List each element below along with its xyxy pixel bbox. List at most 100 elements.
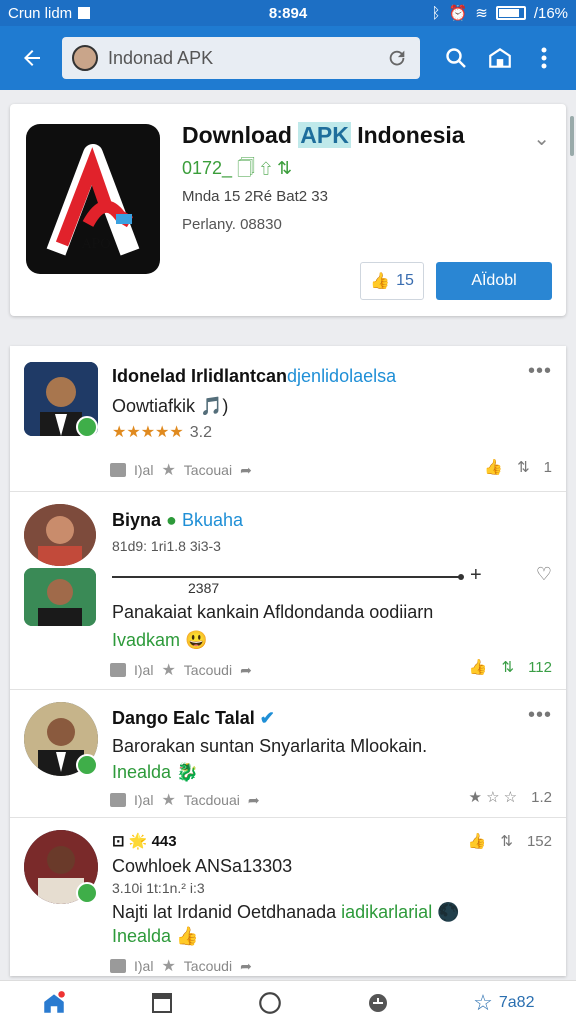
count-text: 1 — [543, 458, 552, 476]
post-actions: I)al ★ Tacdouai ➦ — [110, 790, 260, 810]
store-icon — [489, 48, 511, 68]
post-text: Najti lat Irdanid Oetdhanada iadikarlari… — [112, 902, 460, 922]
post-right-actions: 👍 ⇅ 1 — [484, 458, 552, 477]
heart-icon[interactable]: ♡ — [536, 564, 552, 585]
more-icon[interactable]: ••• — [528, 360, 552, 383]
count-text: 152 — [526, 832, 552, 850]
star-outline-icon: ☆ — [473, 989, 493, 1015]
status-bar: Crun lidm 8:894 ᛒ ⏰ ≋ /16% — [0, 0, 576, 26]
scroll-indicator — [570, 116, 574, 156]
thumb-icon[interactable]: 👍 — [469, 658, 488, 676]
post-subtitle: Cowhloek ANSa13303 — [112, 856, 293, 876]
thumb-icon[interactable]: 👍 — [484, 458, 503, 476]
list-item[interactable]: Idonelad Irlidlantcandjenlidolaelsa ••• … — [10, 346, 566, 492]
rating-stars: ★★★★★ 3.2 — [112, 424, 212, 441]
app-icon-text: APO — [81, 237, 111, 252]
list-item[interactable]: ⊡ 🌟 443 Cowhloek ANSa13303 3.10i 1t:1n.²… — [10, 818, 566, 976]
list-item[interactable]: Biyna ● Bkuaha 81d9: 1ri1.8 3i3-3 + 2387… — [10, 492, 566, 690]
post-right-actions: 👍 ⇅ 112 — [469, 658, 552, 677]
nav-apps[interactable] — [366, 991, 390, 1015]
nav-favorites[interactable]: ☆ 7a82 — [473, 990, 534, 1016]
clock: 8:894 — [268, 4, 308, 22]
verified-badge-icon — [76, 416, 98, 438]
verified-badge-icon — [76, 882, 98, 904]
more-icon[interactable]: ••• — [528, 704, 552, 727]
post-right-actions: 👍 ⇅ 152 — [468, 832, 552, 851]
thumb-icon: 👍 — [370, 273, 391, 290]
carrier-text: Crun lidm — [8, 4, 73, 22]
like-button[interactable]: 👍 15 — [360, 262, 424, 300]
bottom-nav: ☆ 7a82 — [0, 980, 576, 1024]
top-toolbar: Indonad APK — [0, 26, 576, 90]
post-actions: I)al ★ Tacoudi ➦ — [110, 660, 252, 680]
post-text: Panakaiat kankain Afldondanda oodiiarn — [112, 602, 434, 622]
nav-tabs[interactable] — [150, 991, 174, 1015]
slider-handle[interactable] — [458, 574, 464, 580]
verified-badge-icon — [76, 754, 98, 776]
count-text: 1.2 — [531, 788, 552, 806]
alarm-icon: ⏰ — [448, 5, 468, 22]
wifi-icon: ≋ — [475, 5, 488, 22]
app-meta-date: Perlany. 08830 — [182, 216, 282, 233]
post-author: Biyna ● Bkuaha — [112, 510, 243, 530]
star-icon[interactable]: ★ — [161, 460, 175, 480]
avatar[interactable] — [24, 504, 96, 566]
home-store-button[interactable] — [478, 36, 522, 80]
search-icon — [446, 48, 466, 68]
reply-icon[interactable]: ➦ — [248, 792, 260, 809]
post-tag: Inealda 🐉 — [112, 762, 199, 782]
post-meta: 81d9: 1ri1.8 3i3-3 — [112, 538, 221, 554]
chevron-down-icon[interactable]: ⌄ — [533, 126, 550, 151]
reply-icon[interactable]: ➦ — [240, 958, 252, 975]
reply-icon[interactable]: ➦ — [240, 662, 252, 679]
nav-home[interactable] — [41, 990, 67, 1016]
app-title: Download APK Indonesia — [182, 122, 465, 148]
share-icon[interactable] — [110, 959, 126, 973]
app-meta-size: Mnda 15 2Ré Bat2 33 — [182, 188, 328, 205]
share-icon[interactable] — [110, 463, 126, 477]
feed-list: Idonelad Irlidlantcandjenlidolaelsa ••• … — [10, 346, 566, 976]
apps-icon — [369, 993, 388, 1012]
like-count: 15 — [396, 272, 414, 289]
share-icon[interactable] — [110, 663, 126, 677]
star-icon[interactable]: ★ — [161, 660, 175, 680]
thumb-icon[interactable]: 👍 — [468, 832, 487, 850]
share-icon[interactable] — [110, 793, 126, 807]
post-right-actions: ★ ☆ ☆ 1.2 — [468, 788, 552, 807]
slider-track[interactable] — [112, 576, 462, 578]
battery-icon — [495, 6, 526, 20]
app-card: APO Download APK Indonesia ⌄ 0172_ 🗍 ⇧ ⇅… — [10, 104, 566, 316]
search-input[interactable]: Indonad APK — [108, 48, 384, 69]
search-bar[interactable]: Indonad APK — [62, 37, 420, 79]
plus-icon[interactable]: + — [470, 564, 482, 587]
search-button[interactable] — [434, 36, 478, 80]
post-author: Dango Ealc Talal ✔ — [112, 708, 275, 728]
back-button[interactable] — [10, 36, 54, 80]
repost-icon[interactable]: ⇅ — [517, 458, 530, 476]
count-text: 112 — [528, 658, 552, 676]
repost-icon[interactable]: ⇅ — [500, 832, 513, 850]
post-meta: 3.10i 1t:1n.² i:3 — [112, 880, 205, 896]
back-arrow-icon — [24, 50, 40, 66]
download-button[interactable]: AÏdobl — [436, 262, 552, 300]
app-icon[interactable]: APO — [26, 124, 160, 274]
star-icon[interactable]: ★ — [161, 790, 175, 810]
battery-text: /16% — [533, 4, 569, 22]
post-author: Idonelad Irlidlantcandjenlidolaelsa — [112, 366, 397, 386]
post-actions: I)al ★ Tacouai ➦ — [110, 460, 252, 480]
reply-icon[interactable]: ➦ — [240, 462, 252, 479]
avatar — [72, 45, 98, 71]
star-icon[interactable]: ★ ☆ ☆ — [468, 788, 517, 806]
verified-check-icon: ✔ — [259, 708, 275, 728]
overflow-menu-button[interactable] — [522, 36, 566, 80]
star-icon[interactable]: ★ — [161, 956, 175, 976]
nav-circle[interactable] — [257, 990, 283, 1016]
nav-favorites-label: 7a82 — [498, 993, 535, 1011]
repost-icon[interactable]: ⇅ — [502, 658, 515, 676]
avatar[interactable] — [24, 568, 96, 626]
refresh-icon[interactable] — [384, 45, 410, 71]
window-icon — [152, 992, 173, 1013]
post-author: ⊡ 🌟 443 — [112, 833, 177, 850]
list-item[interactable]: Dango Ealc Talal ✔ ••• Barorakan suntan … — [10, 690, 566, 818]
app-version: 0172_ 🗍 ⇧ ⇅ — [182, 158, 293, 178]
